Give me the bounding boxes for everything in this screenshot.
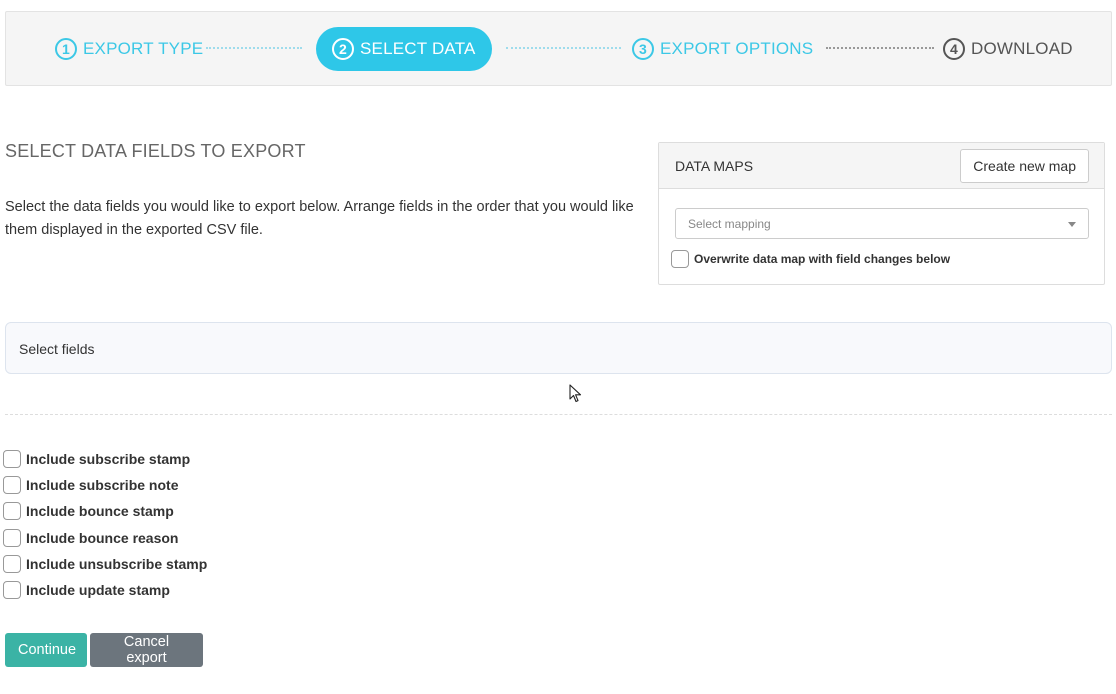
step-download[interactable]: 4 DOWNLOAD	[943, 12, 1073, 85]
step-number-2: 2	[332, 38, 354, 60]
step-connector	[206, 47, 302, 49]
step-number-1: 1	[55, 37, 77, 60]
export-wizard-steps: 1 EXPORT TYPE 2 SELECT DATA 3 EXPORT OPT…	[5, 11, 1112, 86]
option-label: Include subscribe note	[26, 477, 179, 494]
step-label: EXPORT OPTIONS	[660, 38, 814, 58]
select-mapping-placeholder: Select mapping	[688, 217, 771, 231]
option-include-unsubscribe-stamp[interactable]: Include unsubscribe stamp	[3, 551, 207, 577]
step-number-3: 3	[632, 37, 654, 60]
option-label: Include subscribe stamp	[26, 451, 191, 468]
option-include-subscribe-note[interactable]: Include subscribe note	[3, 472, 207, 498]
option-checkbox[interactable]	[3, 502, 21, 521]
option-include-subscribe-stamp[interactable]: Include subscribe stamp	[3, 446, 207, 472]
option-label: Include update stamp	[26, 582, 170, 599]
option-label: Include bounce stamp	[26, 503, 174, 520]
step-connector	[826, 47, 934, 49]
section-title: SELECT DATA FIELDS TO EXPORT	[5, 141, 306, 161]
select-fields-box[interactable]: Select fields	[5, 322, 1112, 374]
option-label: Include unsubscribe stamp	[26, 555, 208, 572]
data-maps-header: DATA MAPS Create new map	[659, 143, 1104, 189]
step-label: DOWNLOAD	[971, 38, 1073, 58]
step-number-4: 4	[943, 37, 965, 60]
section-divider	[5, 414, 1112, 415]
cancel-export-button[interactable]: Cancel export	[90, 633, 203, 667]
select-mapping-dropdown[interactable]: Select mapping	[675, 208, 1089, 239]
step-label: SELECT DATA	[360, 39, 476, 58]
section-description: Select the data fields you would like to…	[5, 199, 634, 238]
include-options-list: Include subscribe stamp Include subscrib…	[3, 446, 207, 603]
overwrite-label: Overwrite data map with field changes be…	[694, 252, 951, 266]
chevron-down-icon	[1068, 222, 1076, 227]
step-export-type[interactable]: 1 EXPORT TYPE	[55, 12, 203, 85]
step-connector	[506, 47, 621, 49]
step-export-options[interactable]: 3 EXPORT OPTIONS	[632, 12, 813, 85]
option-checkbox[interactable]	[3, 476, 21, 495]
continue-button[interactable]: Continue	[5, 633, 87, 667]
step-label: EXPORT TYPE	[83, 38, 204, 58]
option-include-bounce-stamp[interactable]: Include bounce stamp	[3, 498, 207, 524]
data-maps-title: DATA MAPS	[675, 158, 754, 174]
option-include-bounce-reason[interactable]: Include bounce reason	[3, 525, 207, 551]
option-include-update-stamp[interactable]: Include update stamp	[3, 577, 207, 603]
mouse-pointer-icon	[569, 384, 582, 403]
step-select-data[interactable]: 2 SELECT DATA	[316, 27, 492, 71]
option-label: Include bounce reason	[26, 529, 179, 546]
data-maps-panel: DATA MAPS Create new map Select mapping …	[658, 142, 1105, 285]
option-checkbox[interactable]	[3, 581, 21, 600]
option-checkbox[interactable]	[3, 554, 21, 573]
select-fields-label: Select fields	[19, 341, 95, 357]
option-checkbox[interactable]	[3, 528, 21, 547]
option-checkbox[interactable]	[3, 450, 21, 469]
overwrite-checkbox[interactable]	[671, 250, 689, 268]
create-new-map-button[interactable]: Create new map	[960, 149, 1089, 183]
overwrite-data-map-option[interactable]: Overwrite data map with field changes be…	[671, 250, 950, 268]
